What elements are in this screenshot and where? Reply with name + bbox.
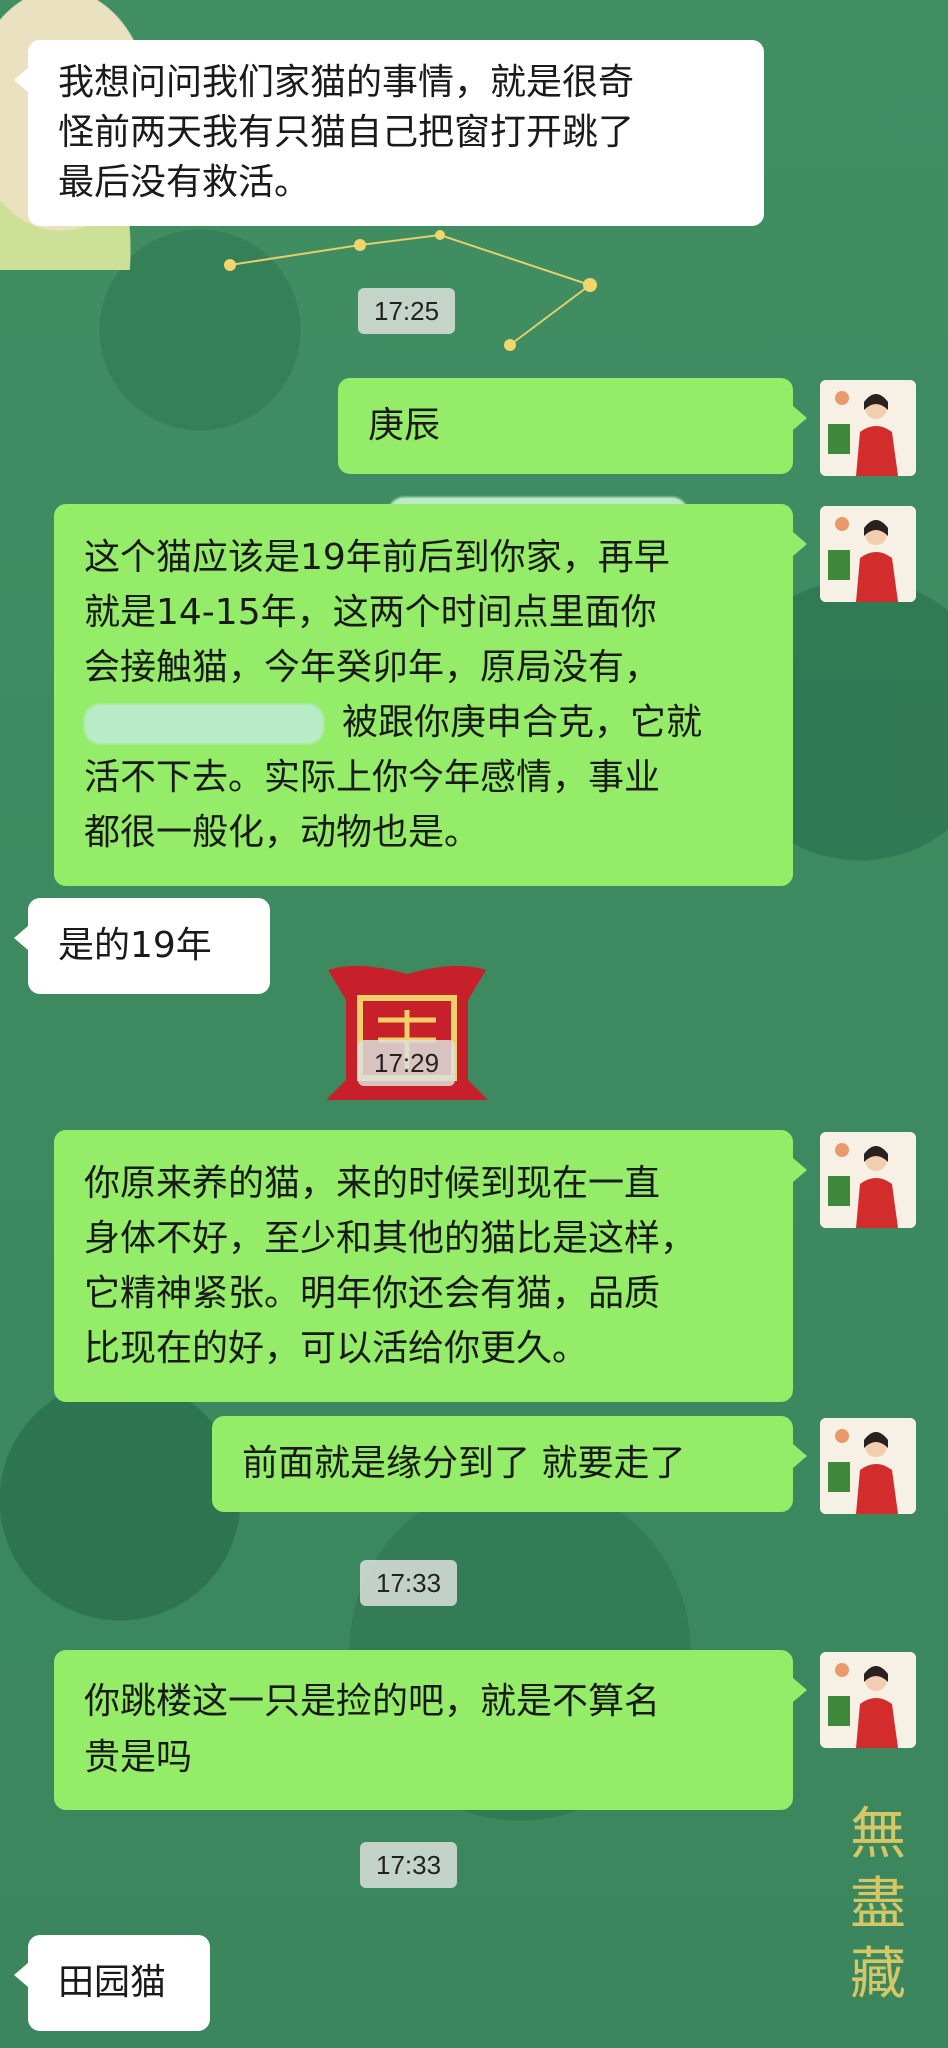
- received-message-bubble[interactable]: 是的19年: [14, 898, 270, 994]
- message-text: 是的19年: [58, 925, 212, 966]
- avatar-portrait-icon: [820, 1418, 916, 1514]
- avatar-portrait-icon: [820, 380, 916, 476]
- message-text: 前面就是缘分到了 就要走了: [242, 1443, 686, 1484]
- timestamp: 17:33: [360, 1842, 458, 1888]
- message-line: 会接触猫，今年癸卯年，原局没有，: [84, 647, 661, 688]
- received-message-bubble[interactable]: 我想问问我们家猫的事情，就是很奇 怪前两天我有只猫自己把窗打开跳了 最后没有救活…: [14, 40, 764, 226]
- message-row: 你跳楼这一只是捡的吧，就是不算名 贵是吗: [54, 1650, 807, 1810]
- received-message-bubble[interactable]: 田园猫: [14, 1935, 210, 2031]
- message-line: 贵是吗: [84, 1737, 193, 1778]
- calligraphy-watermark: 無 盡 藏: [848, 1800, 908, 2010]
- message-line-with-redaction: 被跟你庚申合克，它就: [84, 695, 763, 750]
- message-text: 被跟你庚申合克，它就: [342, 702, 703, 743]
- message-line: 你原来养的猫，来的时候到现在一直: [84, 1163, 661, 1204]
- avatar[interactable]: [820, 1652, 916, 1748]
- message-row: 庚辰: [338, 378, 807, 549]
- timestamp: 17:33: [360, 1560, 458, 1606]
- avatar[interactable]: [820, 380, 916, 476]
- message-line: 最后没有救活。: [58, 162, 311, 203]
- watermark-char: 盡: [850, 1872, 906, 1937]
- timestamp: 17:29: [358, 1040, 456, 1086]
- timestamp: 17:25: [358, 288, 456, 334]
- message-text: 庚辰: [368, 405, 441, 446]
- sent-message-bubble[interactable]: 这个猫应该是19年前后到你家，再早 就是14-15年，这两个时间点里面你 会接触…: [54, 504, 807, 886]
- avatar-portrait-icon: [820, 1132, 916, 1228]
- avatar-portrait-icon: [820, 1652, 916, 1748]
- sent-message-bubble[interactable]: 你跳楼这一只是捡的吧，就是不算名 贵是吗: [54, 1650, 807, 1810]
- avatar[interactable]: [820, 506, 916, 602]
- message-row: 这个猫应该是19年前后到你家，再早 就是14-15年，这两个时间点里面你 会接触…: [54, 504, 807, 886]
- message-line: 怪前两天我有只猫自己把窗打开跳了: [58, 112, 635, 153]
- message-row: 前面就是缘分到了 就要走了: [212, 1416, 807, 1512]
- message-line: 这个猫应该是19年前后到你家，再早: [84, 537, 670, 578]
- message-line: 活不下去。实际上你今年感情，事业: [84, 757, 661, 798]
- avatar[interactable]: [820, 1418, 916, 1514]
- message-line: 就是14-15年，这两个时间点里面你: [84, 592, 657, 633]
- message-line: 它精神紧张。明年你还会有猫，品质: [84, 1273, 661, 1314]
- message-row: 我想问问我们家猫的事情，就是很奇 怪前两天我有只猫自己把窗打开跳了 最后没有救活…: [14, 40, 764, 226]
- sent-message-bubble[interactable]: 你原来养的猫，来的时候到现在一直 身体不好，至少和其他的猫比是这样， 它精神紧张…: [54, 1130, 807, 1402]
- avatar[interactable]: [820, 1132, 916, 1228]
- sent-message-bubble[interactable]: 庚辰: [338, 378, 807, 549]
- message-row: 是的19年: [14, 898, 270, 994]
- avatar-portrait-icon: [820, 506, 916, 602]
- watermark-char: 藏: [850, 1942, 906, 2007]
- red-seal-decoration: [326, 965, 488, 1100]
- message-text: 田园猫: [58, 1962, 167, 2003]
- message-line: 比现在的好，可以活给你更久。: [84, 1328, 589, 1369]
- message-line: 我想问问我们家猫的事情，就是很奇: [58, 62, 635, 103]
- message-row: 田园猫: [14, 1935, 210, 2031]
- message-row: 你原来养的猫，来的时候到现在一直 身体不好，至少和其他的猫比是这样， 它精神紧张…: [54, 1130, 807, 1402]
- sent-message-bubble[interactable]: 前面就是缘分到了 就要走了: [212, 1416, 807, 1512]
- message-line: 都很一般化，动物也是。: [84, 812, 481, 853]
- redacted-text-blur: [84, 704, 324, 744]
- message-line: 你跳楼这一只是捡的吧，就是不算名: [84, 1681, 661, 1722]
- message-line: 身体不好，至少和其他的猫比是这样，: [84, 1218, 697, 1259]
- watermark-char: 無: [850, 1802, 906, 1867]
